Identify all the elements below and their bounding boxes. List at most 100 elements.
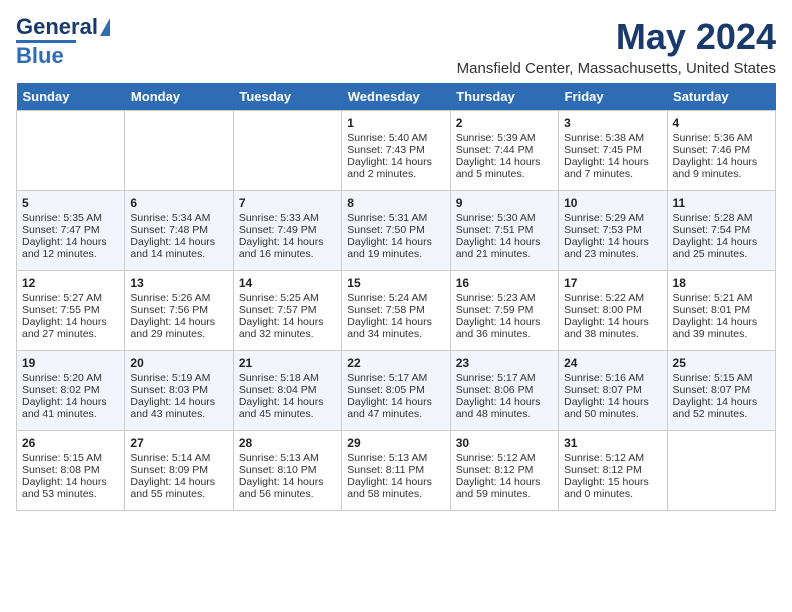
weekday-header-row: SundayMondayTuesdayWednesdayThursdayFrid… (17, 83, 776, 111)
logo-triangle-icon (100, 18, 110, 36)
sunset-text: Sunset: 8:01 PM (673, 304, 770, 316)
day-number: 7 (239, 196, 336, 210)
sunrise-text: Sunrise: 5:30 AM (456, 212, 553, 224)
daylight-text: Daylight: 14 hours and 58 minutes. (347, 476, 444, 500)
sunset-text: Sunset: 7:59 PM (456, 304, 553, 316)
week-row-5: 26Sunrise: 5:15 AMSunset: 8:08 PMDayligh… (17, 431, 776, 511)
sunset-text: Sunset: 8:05 PM (347, 384, 444, 396)
calendar-cell: 19Sunrise: 5:20 AMSunset: 8:02 PMDayligh… (17, 351, 125, 431)
calendar-cell: 8Sunrise: 5:31 AMSunset: 7:50 PMDaylight… (342, 191, 450, 271)
sunrise-text: Sunrise: 5:19 AM (130, 372, 227, 384)
daylight-text: Daylight: 14 hours and 19 minutes. (347, 236, 444, 260)
day-number: 25 (673, 356, 770, 370)
sunset-text: Sunset: 8:12 PM (564, 464, 661, 476)
sunset-text: Sunset: 7:43 PM (347, 144, 444, 156)
day-number: 11 (673, 196, 770, 210)
day-number: 9 (456, 196, 553, 210)
day-number: 22 (347, 356, 444, 370)
day-number: 1 (347, 116, 444, 130)
sunset-text: Sunset: 7:57 PM (239, 304, 336, 316)
weekday-header-tuesday: Tuesday (233, 83, 341, 111)
weekday-header-wednesday: Wednesday (342, 83, 450, 111)
sunset-text: Sunset: 7:48 PM (130, 224, 227, 236)
sunset-text: Sunset: 8:00 PM (564, 304, 661, 316)
daylight-text: Daylight: 14 hours and 27 minutes. (22, 316, 119, 340)
calendar-cell: 3 Sunrise: 5:38 AMSunset: 7:45 PMDaylight… (559, 111, 667, 191)
calendar-cell: 30Sunrise: 5:12 AMSunset: 8:12 PMDayligh… (450, 431, 558, 511)
day-number: 14 (239, 276, 336, 290)
calendar-cell: 9Sunrise: 5:30 AMSunset: 7:51 PMDaylight… (450, 191, 558, 271)
day-number: 29 (347, 436, 444, 450)
sunset-text: Sunset: 8:04 PM (239, 384, 336, 396)
sunrise-text: Sunrise: 5:18 AM (239, 372, 336, 384)
day-number: 2 (456, 116, 553, 130)
sunset-text: Sunset: 7:56 PM (130, 304, 227, 316)
calendar-cell: 24Sunrise: 5:16 AMSunset: 8:07 PMDayligh… (559, 351, 667, 431)
day-number: 12 (22, 276, 119, 290)
calendar-cell: 29Sunrise: 5:13 AMSunset: 8:11 PMDayligh… (342, 431, 450, 511)
daylight-text: Daylight: 14 hours and 14 minutes. (130, 236, 227, 260)
sunrise-text: Sunrise: 5:12 AM (564, 452, 661, 464)
calendar-cell: 11 Sunrise: 5:28 AMSunset: 7:54 PMDayligh… (667, 191, 775, 271)
sunset-text: Sunset: 7:45 PM (564, 144, 661, 156)
sunrise-text: Sunrise: 5:38 AM (564, 132, 661, 144)
week-row-4: 19Sunrise: 5:20 AMSunset: 8:02 PMDayligh… (17, 351, 776, 431)
logo-general: General (16, 16, 98, 38)
sunrise-text: Sunrise: 5:34 AM (130, 212, 227, 224)
sunrise-text: Sunrise: 5:13 AM (239, 452, 336, 464)
sunset-text: Sunset: 7:44 PM (456, 144, 553, 156)
calendar-cell (667, 431, 775, 511)
calendar-cell: 15Sunrise: 5:24 AMSunset: 7:58 PMDayligh… (342, 271, 450, 351)
sunset-text: Sunset: 7:46 PM (673, 144, 770, 156)
sunset-text: Sunset: 7:51 PM (456, 224, 553, 236)
calendar-cell: 12Sunrise: 5:27 AMSunset: 7:55 PMDayligh… (17, 271, 125, 351)
day-number: 6 (130, 196, 227, 210)
daylight-text: Daylight: 14 hours and 7 minutes. (564, 156, 661, 180)
daylight-text: Daylight: 14 hours and 32 minutes. (239, 316, 336, 340)
daylight-text: Daylight: 14 hours and 38 minutes. (564, 316, 661, 340)
sunrise-text: Sunrise: 5:24 AM (347, 292, 444, 304)
calendar-cell: 10Sunrise: 5:29 AMSunset: 7:53 PMDayligh… (559, 191, 667, 271)
sunrise-text: Sunrise: 5:21 AM (673, 292, 770, 304)
daylight-text: Daylight: 14 hours and 48 minutes. (456, 396, 553, 420)
daylight-text: Daylight: 14 hours and 45 minutes. (239, 396, 336, 420)
day-number: 23 (456, 356, 553, 370)
day-number: 17 (564, 276, 661, 290)
sunrise-text: Sunrise: 5:31 AM (347, 212, 444, 224)
day-number: 24 (564, 356, 661, 370)
day-number: 13 (130, 276, 227, 290)
day-number: 19 (22, 356, 119, 370)
daylight-text: Daylight: 14 hours and 50 minutes. (564, 396, 661, 420)
weekday-header-monday: Monday (125, 83, 233, 111)
daylight-text: Daylight: 14 hours and 25 minutes. (673, 236, 770, 260)
sunrise-text: Sunrise: 5:33 AM (239, 212, 336, 224)
calendar-cell (125, 111, 233, 191)
week-row-1: 1 Sunrise: 5:40 AMSunset: 7:43 PM Daylight… (17, 111, 776, 191)
daylight-text: Daylight: 15 hours and 0 minutes. (564, 476, 661, 500)
sunrise-text: Sunrise: 5:28 AM (673, 212, 770, 224)
daylight-text: Daylight: 14 hours and 56 minutes. (239, 476, 336, 500)
day-number: 18 (673, 276, 770, 290)
calendar-cell: 14Sunrise: 5:25 AMSunset: 7:57 PMDayligh… (233, 271, 341, 351)
calendar-cell: 5Sunrise: 5:35 AMSunset: 7:47 PMDaylight… (17, 191, 125, 271)
calendar-cell: 28Sunrise: 5:13 AMSunset: 8:10 PMDayligh… (233, 431, 341, 511)
month-year-title: May 2024 (457, 16, 776, 58)
calendar-cell: 4Sunrise: 5:36 AMSunset: 7:46 PMDaylight… (667, 111, 775, 191)
day-number: 15 (347, 276, 444, 290)
sunrise-text: Sunrise: 5:22 AM (564, 292, 661, 304)
daylight-text: Daylight: 14 hours and 53 minutes. (22, 476, 119, 500)
calendar-table: SundayMondayTuesdayWednesdayThursdayFrid… (16, 83, 776, 511)
sunrise-text: Sunrise: 5:16 AM (564, 372, 661, 384)
calendar-cell: 17 Sunrise: 5:22 AMSunset: 8:00 PMDayligh… (559, 271, 667, 351)
sunset-text: Sunset: 7:54 PM (673, 224, 770, 236)
day-number: 3 (564, 116, 661, 130)
daylight-text: Daylight: 14 hours and 12 minutes. (22, 236, 119, 260)
sunrise-text: Sunrise: 5:36 AM (673, 132, 770, 144)
day-number: 20 (130, 356, 227, 370)
sunset-text: Sunset: 7:55 PM (22, 304, 119, 316)
sunrise-text: Sunrise: 5:39 AM (456, 132, 553, 144)
sunrise-text: Sunrise: 5:40 AM (347, 132, 444, 144)
day-number: 26 (22, 436, 119, 450)
page-header: General Blue May 2024 Mansfield Center, … (16, 16, 776, 77)
sunset-text: Sunset: 8:03 PM (130, 384, 227, 396)
